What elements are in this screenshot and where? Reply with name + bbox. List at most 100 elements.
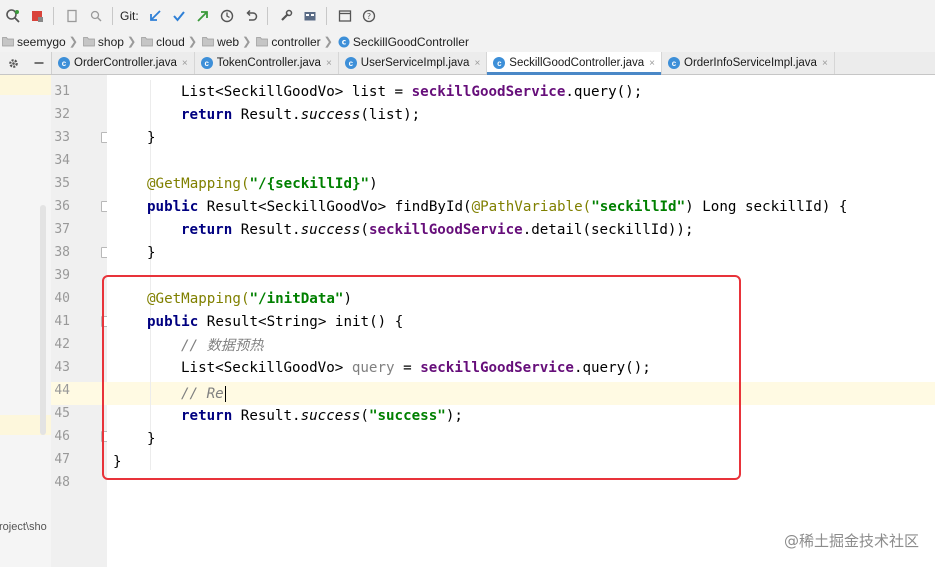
- navigation-breadcrumb: seemygo ❯ shop ❯ cloud ❯ web ❯ controlle…: [0, 31, 935, 53]
- folder-icon: [2, 37, 14, 47]
- tab-userserviceimpl[interactable]: c UserServiceImpl.java ×: [339, 52, 488, 74]
- question-icon: ?: [362, 9, 375, 22]
- line-number: 43: [54, 360, 70, 375]
- search-icon: [90, 10, 102, 21]
- toolbar-separator: [53, 6, 54, 25]
- close-icon[interactable]: ×: [822, 58, 828, 69]
- toolbar-separator: [325, 6, 327, 25]
- line-number: 36: [54, 199, 70, 214]
- chevron-right-icon: ❯: [68, 36, 78, 48]
- code-token: .detail(seckillId));: [522, 221, 694, 238]
- git-rollback-button[interactable]: [240, 5, 262, 27]
- line-number: 32: [54, 107, 70, 122]
- git-push-button[interactable]: [192, 5, 214, 27]
- project-structure-button[interactable]: [61, 5, 83, 27]
- help-button[interactable]: ?: [358, 5, 380, 27]
- window-icon: [338, 9, 351, 22]
- toolbar-separator: [266, 6, 268, 25]
- breadcrumb-label: shop: [97, 34, 124, 49]
- class-icon: c: [200, 57, 213, 69]
- line-number: 34: [54, 153, 70, 168]
- line-number: 40: [54, 291, 70, 306]
- breadcrumb-item-cloud[interactable]: cloud: [139, 35, 185, 49]
- code-token: Result.: [232, 106, 301, 123]
- breadcrumb-item-seemygo[interactable]: seemygo: [0, 35, 66, 49]
- project-structure-dialog-button[interactable]: [299, 5, 321, 27]
- clock-icon: [220, 9, 233, 22]
- code-token-string: "seckillId": [591, 198, 686, 215]
- class-icon: c: [493, 57, 506, 69]
- line-number: 38: [54, 245, 70, 260]
- breadcrumb-item-web[interactable]: web: [200, 35, 239, 49]
- code-token: Result<SeckillGoodVo> findById(: [198, 198, 472, 215]
- gear-icon[interactable]: [7, 57, 20, 70]
- tab-label: SeckillGoodController.java: [509, 57, 645, 69]
- code-line-32: return Result. success (list);: [181, 103, 420, 126]
- tab-ordercontroller[interactable]: c OrderController.java ×: [52, 52, 195, 74]
- breadcrumb-label: cloud: [156, 34, 185, 49]
- class-icon: c: [344, 57, 357, 69]
- tab-orderinfoserviceimpl[interactable]: c OrderInfoServiceImpl.java ×: [662, 52, 835, 74]
- code-token-string: "/{seckillId}": [249, 175, 370, 192]
- tab-seckillgoodcontroller[interactable]: c SeckillGoodController.java ×: [487, 52, 663, 75]
- breadcrumb-item-seckillgoodcontroller[interactable]: c SeckillGoodController: [336, 35, 469, 49]
- git-update-button[interactable]: [144, 5, 166, 27]
- line-number: 48: [54, 475, 70, 490]
- breadcrumb-item-controller[interactable]: controller: [254, 34, 321, 49]
- tab-tokencontroller[interactable]: c TokenController.java ×: [195, 52, 339, 74]
- code-line-36: public Result<SeckillGoodVo> findById(@P…: [147, 195, 847, 218]
- breadcrumb-label: seemygo: [17, 34, 66, 49]
- git-history-button[interactable]: [216, 5, 238, 27]
- search-button[interactable]: [85, 5, 107, 27]
- project-scrollbar[interactable]: [40, 205, 46, 435]
- minimize-icon[interactable]: [33, 57, 45, 69]
- stop-icon: [32, 10, 43, 22]
- git-label: Git:: [120, 8, 139, 23]
- folder-icon: [256, 37, 269, 47]
- code-token: List<SeckillGoodVo> list =: [181, 83, 412, 100]
- close-icon[interactable]: ×: [649, 58, 655, 69]
- code-line-35: @GetMapping("/{seckillId}"): [147, 172, 378, 195]
- presentation-mode-button[interactable]: [334, 5, 356, 27]
- tab-label: TokenController.java: [216, 57, 321, 69]
- wrench-icon: [280, 9, 292, 21]
- close-icon[interactable]: ×: [326, 58, 332, 69]
- line-number: 31: [54, 84, 70, 99]
- code-line-31: List<SeckillGoodVo> list = seckillGoodSe…: [181, 80, 642, 103]
- line-number: 42: [54, 337, 70, 352]
- line-number: 37: [54, 222, 70, 237]
- close-icon[interactable]: ×: [474, 58, 480, 69]
- run-debug-button[interactable]: [2, 5, 24, 27]
- magnifier-run-icon: [6, 8, 20, 23]
- chevron-right-icon: ❯: [126, 36, 137, 48]
- line-number: 35: [54, 176, 70, 191]
- code-token: ) Long seckillId) {: [685, 198, 848, 215]
- code-token-static-method: success: [300, 106, 361, 123]
- code-token-field: seckillGoodService: [368, 221, 523, 238]
- arrow-up-right-icon: [197, 10, 208, 22]
- document-icon: [67, 9, 77, 22]
- line-number: 45: [54, 406, 70, 421]
- folder-icon: [83, 37, 95, 47]
- git-commit-button[interactable]: [168, 5, 190, 27]
- tab-label: OrderController.java: [74, 57, 177, 69]
- settings-button[interactable]: [275, 5, 297, 27]
- line-number: 41: [54, 314, 70, 329]
- class-icon: c: [338, 36, 350, 47]
- stop-button[interactable]: [26, 5, 48, 27]
- breadcrumb-label: controller: [271, 34, 321, 49]
- chevron-right-icon: ❯: [187, 36, 198, 48]
- chevron-right-icon: ❯: [323, 36, 333, 48]
- class-icon: c: [668, 57, 681, 69]
- project-tool-window[interactable]: roject\sho: [0, 75, 52, 567]
- line-number: 47: [54, 452, 70, 467]
- close-icon[interactable]: ×: [182, 58, 188, 69]
- breadcrumb-item-shop[interactable]: shop: [81, 35, 124, 49]
- code-token: .query();: [565, 83, 643, 100]
- breadcrumb-label: web: [217, 34, 240, 49]
- tab-label: UserServiceImpl.java: [360, 57, 470, 69]
- project-tree-row[interactable]: [0, 75, 51, 95]
- code-line-38: }: [147, 241, 156, 264]
- line-number: 33: [54, 130, 70, 145]
- folder-grid-icon: [304, 11, 316, 20]
